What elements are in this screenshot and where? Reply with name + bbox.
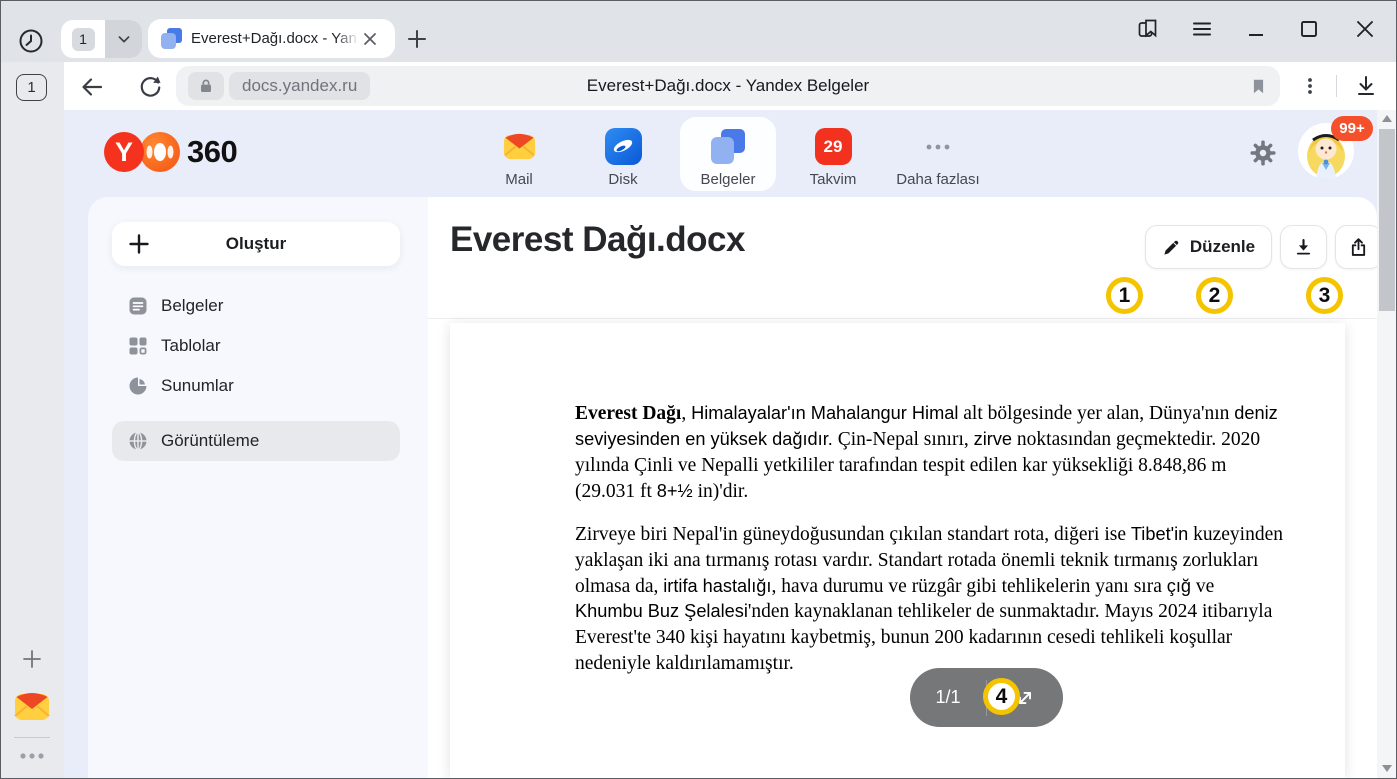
download-icon xyxy=(1293,237,1314,258)
paragraph: Everest Dağı, Himalayalar'ın Mahalangur … xyxy=(575,401,1285,505)
service-mail[interactable]: Mail xyxy=(471,117,567,191)
site-security-pill[interactable] xyxy=(188,72,224,100)
sidebar-item-label: Belgeler xyxy=(161,296,223,316)
tab-title: Everest+Dağı.docx - Yan xyxy=(191,30,359,47)
downloads-icon[interactable] xyxy=(1350,70,1382,102)
service-label: Mail xyxy=(505,171,533,188)
service-calendar[interactable]: 29 Takvim xyxy=(785,117,881,191)
browser-menu-icon[interactable] xyxy=(1186,13,1218,45)
yandex-mail-icon[interactable] xyxy=(13,690,51,722)
plus-icon xyxy=(128,233,150,255)
bookmarks-panel-icon[interactable] xyxy=(1132,13,1164,45)
logo-360-text: 360 xyxy=(187,134,237,170)
tab-bar: 1 Everest+Dağı.docx - Yan xyxy=(0,0,1397,62)
sidebar-item-label: Görüntüleme xyxy=(161,431,259,451)
edit-button[interactable]: Düzenle xyxy=(1145,225,1272,269)
page-scrollbar[interactable] xyxy=(1377,110,1397,779)
bookmark-icon[interactable] xyxy=(1246,74,1270,98)
service-label: Disk xyxy=(608,171,637,188)
settings-gear-icon[interactable] xyxy=(1246,136,1280,170)
page-indicator: 1/1 xyxy=(910,687,986,708)
service-label: Takvim xyxy=(810,171,857,188)
browser-side-panel: 1 xyxy=(0,62,64,779)
browser-toolbar: docs.yandex.ru Everest+Dağı.docx - Yande… xyxy=(64,62,1397,110)
service-label: Daha fazlası xyxy=(896,171,979,188)
toolbar-separator xyxy=(1336,75,1337,97)
tab-group-count-badge: 1 xyxy=(72,28,95,51)
document-view-area: Everest Dağı.docx Düzenle E xyxy=(428,197,1377,779)
tab-close-icon[interactable] xyxy=(359,28,381,50)
tab-counter-badge[interactable]: 1 xyxy=(16,74,47,101)
scroll-down-arrow[interactable] xyxy=(1377,760,1397,777)
panel-divider xyxy=(14,737,50,738)
tab-group[interactable]: 1 xyxy=(61,20,142,58)
service-label: Belgeler xyxy=(700,171,755,188)
service-disk[interactable]: Disk xyxy=(575,117,671,191)
address-bar[interactable]: docs.yandex.ru Everest+Dağı.docx - Yande… xyxy=(176,66,1280,106)
sidebar-item-viewing-selected[interactable]: Görüntüleme xyxy=(112,421,400,461)
lock-icon xyxy=(198,77,214,95)
back-button[interactable] xyxy=(76,71,108,103)
annotation-4: 4 xyxy=(983,678,1020,715)
calendar-icon: 29 xyxy=(815,128,852,165)
app-sidebar: Oluştur Belgeler Tablolar xyxy=(88,197,428,779)
share-icon xyxy=(1348,237,1369,258)
document-page: Everest Dağı, Himalayalar'ın Mahalangur … xyxy=(450,323,1345,779)
minimize-button[interactable] xyxy=(1240,13,1272,45)
calendar-day-number: 29 xyxy=(824,137,843,157)
sidebar-item-tables[interactable]: Tablolar xyxy=(112,326,400,366)
sidebar-item-label: Tablolar xyxy=(161,336,221,356)
annotation-2: 2 xyxy=(1196,277,1233,314)
docs-icon xyxy=(710,128,747,165)
yandex-360-logo[interactable]: Y 360 xyxy=(104,132,237,172)
toolbar-more-icon[interactable] xyxy=(1296,72,1324,100)
new-tab-button[interactable] xyxy=(402,24,432,54)
scrollbar-thumb[interactable] xyxy=(1379,129,1395,311)
annotation-3: 3 xyxy=(1306,277,1343,314)
more-dots-icon xyxy=(920,128,957,165)
yandex-logo-letter: Y xyxy=(104,132,144,172)
sidebar-item-label: Sunumlar xyxy=(161,376,234,396)
active-tab[interactable]: Everest+Dağı.docx - Yan xyxy=(148,19,395,58)
annotation-1: 1 xyxy=(1106,277,1143,314)
pie-chart-icon xyxy=(128,376,148,396)
panel-add-icon[interactable] xyxy=(16,643,48,675)
sidebar-item-presentations[interactable]: Sunumlar xyxy=(112,366,400,406)
tab-group-expand-button[interactable] xyxy=(105,20,142,58)
table-grid-icon xyxy=(128,336,148,356)
create-button[interactable]: Oluştur xyxy=(112,222,400,266)
web-page: Y 360 Mail Disk Belgeler xyxy=(64,110,1377,779)
docs-favicon xyxy=(161,28,182,49)
history-clock-icon[interactable] xyxy=(16,26,46,56)
document-title: Everest Dağı.docx xyxy=(450,220,745,260)
browser-window: 1 Everest+Dağı.docx - Yan xyxy=(0,0,1397,779)
download-document-button[interactable] xyxy=(1280,225,1327,269)
reload-button[interactable] xyxy=(134,71,166,103)
document-text: Everest Dağı, Himalayalar'ın Mahalangur … xyxy=(575,401,1285,694)
app-content: Oluştur Belgeler Tablolar xyxy=(88,197,1377,779)
share-document-button[interactable] xyxy=(1335,225,1377,269)
globe-icon xyxy=(128,431,148,451)
close-window-button[interactable] xyxy=(1349,13,1381,45)
tab-group-thumbnail[interactable]: 1 xyxy=(61,20,105,58)
edit-button-label: Düzenle xyxy=(1190,237,1255,257)
chevron-down-icon xyxy=(115,30,133,48)
logo-360-icon xyxy=(140,132,180,172)
document-icon xyxy=(128,296,148,316)
panel-more-icon[interactable] xyxy=(16,746,48,766)
notification-badge: 99+ xyxy=(1331,116,1373,141)
maximize-button[interactable] xyxy=(1293,13,1325,45)
mail-icon xyxy=(501,128,538,165)
pencil-icon xyxy=(1162,238,1181,257)
scroll-up-arrow[interactable] xyxy=(1377,110,1397,127)
sidebar-item-documents[interactable]: Belgeler xyxy=(112,286,400,326)
header-divider xyxy=(428,318,1377,319)
create-button-label: Oluştur xyxy=(112,234,400,254)
service-more[interactable]: Daha fazlası xyxy=(890,117,986,191)
service-docs-selected[interactable]: Belgeler xyxy=(680,117,776,191)
url-domain[interactable]: docs.yandex.ru xyxy=(229,72,370,100)
disk-icon xyxy=(605,128,642,165)
paragraph: Zirveye biri Nepal'in güneydoğusundan çı… xyxy=(575,522,1285,678)
